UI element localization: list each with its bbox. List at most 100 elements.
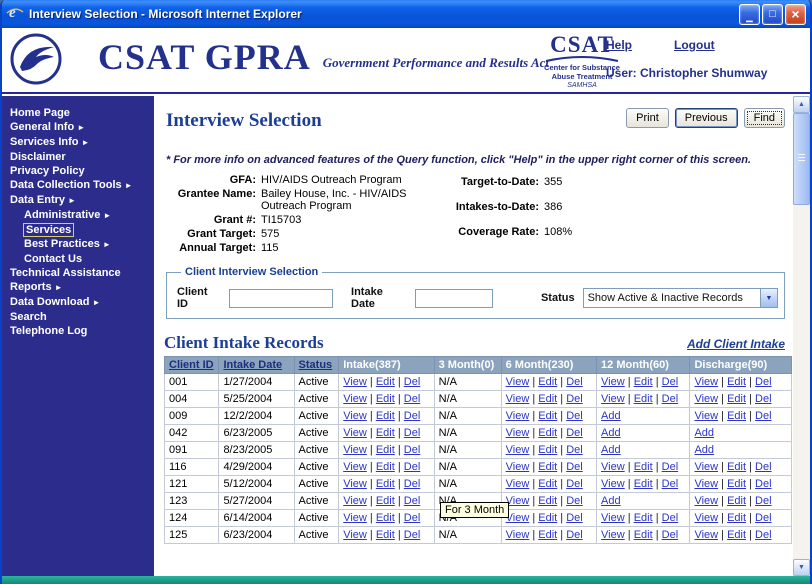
sidebar-item-privacy-policy[interactable]: Privacy Policy: [2, 164, 154, 178]
add-link[interactable]: Add: [694, 427, 714, 439]
intake-date-input[interactable]: [414, 288, 493, 308]
del-link[interactable]: Del: [662, 529, 679, 541]
add-link[interactable]: Add: [601, 444, 621, 456]
view-link[interactable]: View: [506, 461, 530, 473]
edit-link[interactable]: Edit: [727, 512, 746, 524]
edit-link[interactable]: Edit: [634, 393, 653, 405]
edit-link[interactable]: Edit: [376, 427, 395, 439]
edit-link[interactable]: Edit: [376, 393, 395, 405]
sidebar-item-telephone-log[interactable]: Telephone Log: [2, 324, 154, 338]
view-link[interactable]: View: [343, 427, 367, 439]
sidebar-item-reports[interactable]: Reports ►: [2, 280, 154, 295]
edit-link[interactable]: Edit: [376, 512, 395, 524]
del-link[interactable]: Del: [755, 410, 772, 422]
del-link[interactable]: Del: [662, 393, 679, 405]
sidebar-item-search[interactable]: Search: [2, 310, 154, 324]
view-link[interactable]: View: [343, 495, 367, 507]
sidebar-item-disclaimer[interactable]: Disclaimer: [2, 150, 154, 164]
del-link[interactable]: Del: [404, 478, 421, 490]
sidebar-item-data-download[interactable]: Data Download ►: [2, 295, 154, 310]
view-link[interactable]: View: [694, 410, 718, 422]
edit-link[interactable]: Edit: [634, 478, 653, 490]
edit-link[interactable]: Edit: [376, 461, 395, 473]
del-link[interactable]: Del: [755, 461, 772, 473]
sidebar-item-best-practices[interactable]: Best Practices ►: [2, 237, 154, 252]
scrollbar-thumb[interactable]: [793, 113, 810, 205]
view-link[interactable]: View: [601, 478, 625, 490]
close-button[interactable]: ×: [785, 3, 806, 25]
view-link[interactable]: View: [506, 376, 530, 388]
view-link[interactable]: View: [694, 478, 718, 490]
edit-link[interactable]: Edit: [538, 427, 557, 439]
del-link[interactable]: Del: [662, 512, 679, 524]
view-link[interactable]: View: [506, 427, 530, 439]
view-link[interactable]: View: [506, 393, 530, 405]
del-link[interactable]: Del: [404, 461, 421, 473]
status-select[interactable]: Show Active & Inactive Records ▼: [582, 288, 778, 308]
view-link[interactable]: View: [343, 376, 367, 388]
view-link[interactable]: View: [343, 410, 367, 422]
find-button[interactable]: Find: [743, 108, 785, 128]
sidebar-item-general-info[interactable]: General Info ►: [2, 120, 154, 135]
add-client-intake-link[interactable]: Add Client Intake: [687, 337, 785, 351]
del-link[interactable]: Del: [404, 393, 421, 405]
del-link[interactable]: Del: [566, 393, 583, 405]
del-link[interactable]: Del: [662, 376, 679, 388]
del-link[interactable]: Del: [755, 495, 772, 507]
del-link[interactable]: Del: [566, 444, 583, 456]
view-link[interactable]: View: [694, 376, 718, 388]
view-link[interactable]: View: [694, 529, 718, 541]
scroll-down-button[interactable]: ▼: [793, 559, 810, 576]
scroll-up-button[interactable]: ▲: [793, 96, 810, 113]
edit-link[interactable]: Edit: [376, 529, 395, 541]
sidebar-item-services[interactable]: Services: [2, 223, 154, 237]
add-link[interactable]: Add: [601, 427, 621, 439]
view-link[interactable]: View: [343, 444, 367, 456]
add-link[interactable]: Add: [601, 495, 621, 507]
edit-link[interactable]: Edit: [538, 461, 557, 473]
edit-link[interactable]: Edit: [376, 444, 395, 456]
view-link[interactable]: View: [343, 512, 367, 524]
sidebar-item-administrative[interactable]: Administrative ►: [2, 208, 154, 223]
sidebar-item-technical-assistance[interactable]: Technical Assistance: [2, 266, 154, 280]
del-link[interactable]: Del: [404, 529, 421, 541]
edit-link[interactable]: Edit: [634, 529, 653, 541]
del-link[interactable]: Del: [755, 376, 772, 388]
edit-link[interactable]: Edit: [538, 478, 557, 490]
edit-link[interactable]: Edit: [376, 376, 395, 388]
add-link[interactable]: Add: [694, 444, 714, 456]
column-sort-link[interactable]: Status: [299, 359, 333, 371]
add-link[interactable]: Add: [601, 410, 621, 422]
logout-link[interactable]: Logout: [674, 38, 715, 52]
view-link[interactable]: View: [506, 529, 530, 541]
view-link[interactable]: View: [601, 512, 625, 524]
edit-link[interactable]: Edit: [538, 444, 557, 456]
maximize-button[interactable]: □: [762, 3, 783, 25]
minimize-button[interactable]: ▁: [739, 3, 760, 25]
edit-link[interactable]: Edit: [376, 495, 395, 507]
del-link[interactable]: Del: [404, 495, 421, 507]
edit-link[interactable]: Edit: [538, 529, 557, 541]
sidebar-item-contact-us[interactable]: Contact Us: [2, 252, 154, 266]
edit-link[interactable]: Edit: [634, 512, 653, 524]
vertical-scrollbar[interactable]: ▲ ▼: [793, 96, 810, 576]
del-link[interactable]: Del: [662, 478, 679, 490]
view-link[interactable]: View: [601, 393, 625, 405]
del-link[interactable]: Del: [566, 461, 583, 473]
view-link[interactable]: View: [343, 478, 367, 490]
edit-link[interactable]: Edit: [634, 461, 653, 473]
edit-link[interactable]: Edit: [538, 410, 557, 422]
edit-link[interactable]: Edit: [727, 376, 746, 388]
previous-button[interactable]: Previous: [674, 108, 738, 128]
del-link[interactable]: Del: [404, 444, 421, 456]
view-link[interactable]: View: [694, 461, 718, 473]
edit-link[interactable]: Edit: [538, 376, 557, 388]
view-link[interactable]: View: [694, 512, 718, 524]
edit-link[interactable]: Edit: [727, 495, 746, 507]
print-button[interactable]: Print: [626, 108, 669, 128]
column-sort-link[interactable]: Intake Date: [223, 359, 282, 371]
view-link[interactable]: View: [343, 529, 367, 541]
view-link[interactable]: View: [343, 393, 367, 405]
del-link[interactable]: Del: [755, 478, 772, 490]
view-link[interactable]: View: [601, 376, 625, 388]
